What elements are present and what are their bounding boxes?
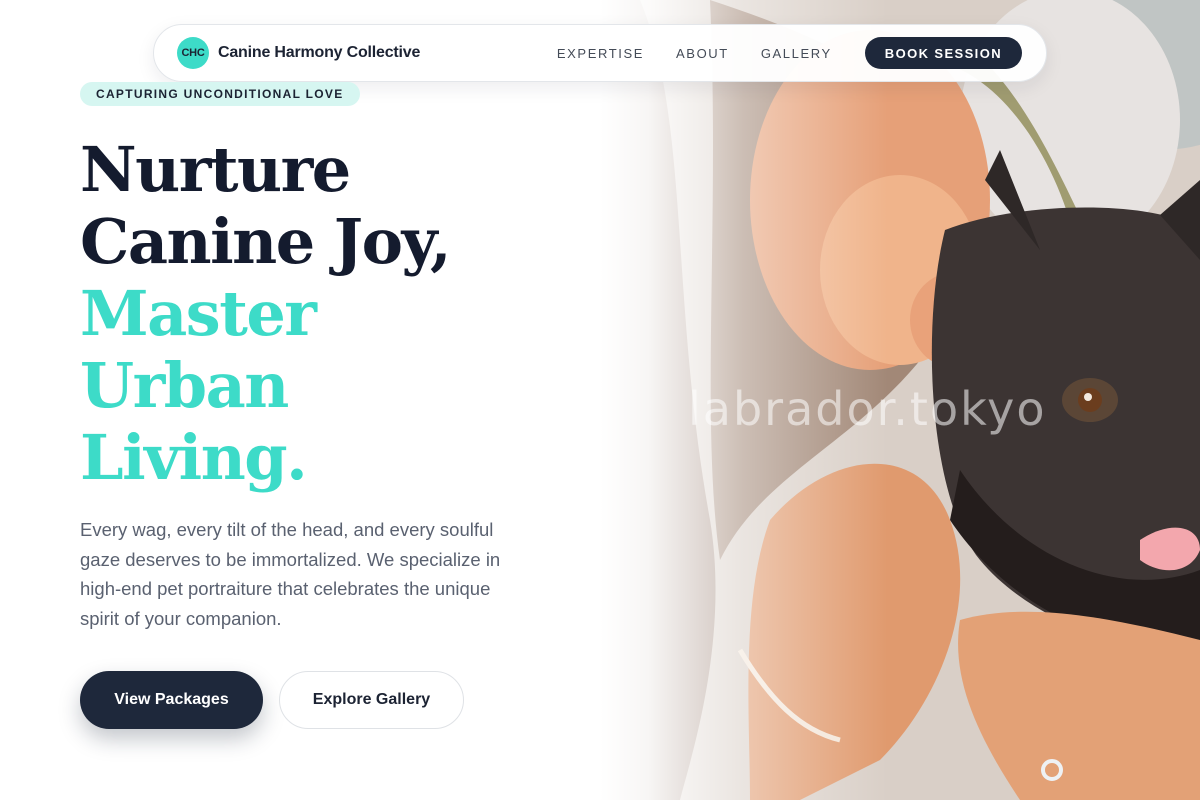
logo-text: CHC xyxy=(181,47,205,59)
hero-description: Every wag, every tilt of the head, and e… xyxy=(80,519,501,629)
nav-link-gallery[interactable]: GALLERY xyxy=(761,46,832,61)
nav-links: EXPERTISE ABOUT GALLERY BOOK SESSION xyxy=(557,37,1022,69)
headline-line-3: Master xyxy=(80,277,317,350)
nav-link-about[interactable]: ABOUT xyxy=(676,46,729,61)
view-packages-button[interactable]: View Packages xyxy=(80,671,263,729)
watermark-text: labrador.tokyo xyxy=(688,382,1047,436)
hero-photo: labrador.tokyo xyxy=(600,0,1200,800)
logo-badge[interactable]: CHC xyxy=(177,37,209,69)
nav-link-expertise[interactable]: EXPERTISE xyxy=(557,46,644,61)
headline-line-4: Urban xyxy=(80,349,289,422)
tagline-badge: CAPTURING UNCONDITIONAL LOVE xyxy=(80,82,360,106)
explore-gallery-button[interactable]: Explore Gallery xyxy=(279,671,464,729)
headline-line-1: Nurture xyxy=(80,133,351,206)
navbar: CHC Canine Harmony Collective EXPERTISE … xyxy=(153,24,1047,82)
book-session-button[interactable]: BOOK SESSION xyxy=(864,37,1022,69)
hero-headline: Nurture Canine Joy, Master Urban Living. xyxy=(80,134,600,494)
brand-name[interactable]: Canine Harmony Collective xyxy=(218,44,420,62)
headline-line-2: Canine Joy, xyxy=(80,205,452,278)
tagline-text: CAPTURING UNCONDITIONAL LOVE xyxy=(96,87,344,101)
headline-line-5: Living. xyxy=(80,421,308,494)
